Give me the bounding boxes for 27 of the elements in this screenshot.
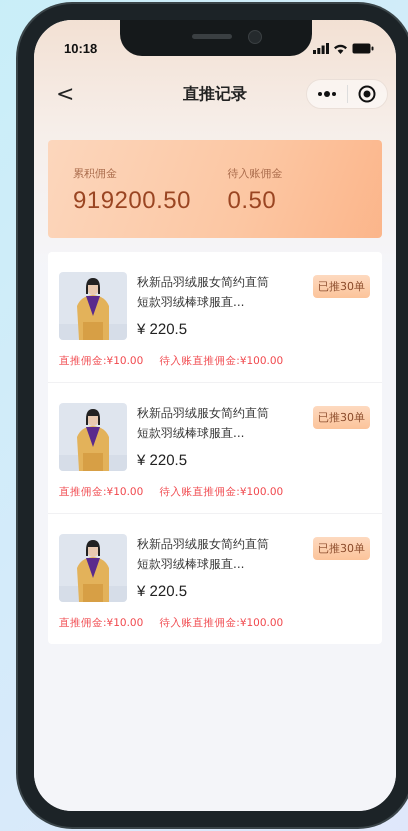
- stat-value: 0.50: [228, 187, 278, 215]
- product-price: ¥ 220.5: [137, 321, 188, 338]
- stat-value: 919200.50: [73, 187, 192, 215]
- product-title: 秋新品羽绒服女简约直筒短款羽绒棒球服直...: [137, 405, 270, 442]
- back-button[interactable]: <: [50, 82, 80, 106]
- commission-text: 直推佣金:¥10.00: [59, 616, 144, 630]
- status-time: 10:18: [64, 40, 98, 56]
- commission-text: 直推佣金:¥10.00: [59, 354, 144, 368]
- product-price: ¥ 220.5: [137, 452, 188, 469]
- page-title: 直推记录: [183, 84, 247, 104]
- referral-count-badge: 已推30单: [313, 406, 370, 429]
- stat-label: 待入账佣金: [228, 166, 284, 181]
- pending-commission-text: 待入账直推佣金:¥100.00: [159, 354, 284, 368]
- pending-commission-text: 待入账直推佣金:¥100.00: [159, 616, 284, 630]
- pending-commission-text: 待入账直推佣金:¥100.00: [159, 485, 284, 499]
- product-title: 秋新品羽绒服女简约直筒短款羽绒棒球服直...: [137, 274, 270, 311]
- target-icon: [358, 85, 376, 103]
- more-icon: [316, 90, 337, 98]
- signal-icon: [313, 42, 329, 54]
- referral-count-badge: 已推30单: [313, 275, 370, 298]
- wifi-icon: [333, 42, 348, 54]
- product-price: ¥ 220.5: [137, 583, 188, 600]
- commission-text: 直推佣金:¥10.00: [59, 485, 144, 499]
- stat-label: 累积佣金: [73, 166, 118, 181]
- battery-icon: [352, 42, 374, 54]
- product-title: 秋新品羽绒服女简约直筒短款羽绒棒球服直...: [137, 536, 270, 573]
- referral-count-badge: 已推30单: [313, 537, 370, 560]
